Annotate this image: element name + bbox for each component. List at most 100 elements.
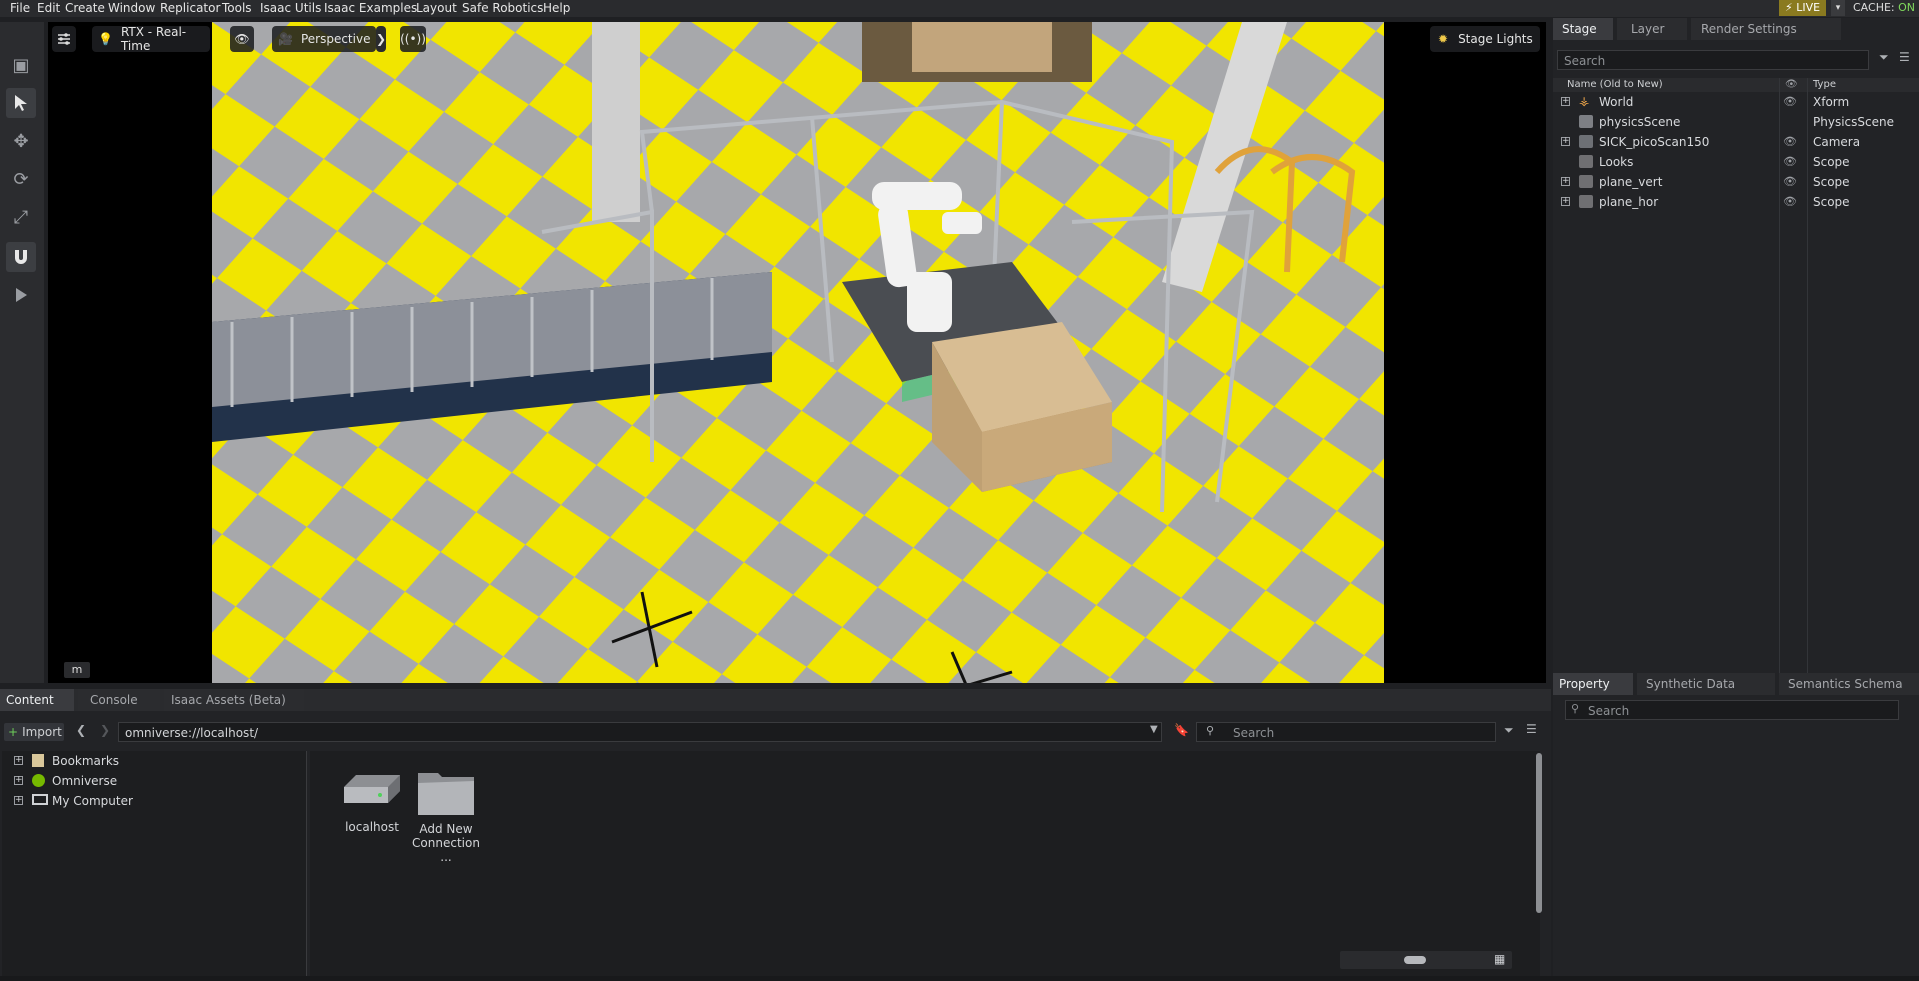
eye-icon[interactable]: 👁 [1783, 192, 1797, 212]
stage-lights-button[interactable]: ✹ Stage Lights [1430, 26, 1540, 52]
prim-type: Scope [1813, 155, 1850, 169]
expand-icon[interactable]: + [1561, 97, 1570, 106]
eye-icon[interactable]: 👁 [1783, 172, 1797, 192]
tab-property[interactable]: Property [1553, 673, 1633, 695]
menu-layout[interactable]: Layout [416, 1, 457, 15]
cache-label: CACHE: [1853, 1, 1895, 14]
tree-label: My Computer [52, 794, 133, 808]
content-tree: + Bookmarks + Omniverse + My Computer [2, 751, 307, 977]
select-mode-button[interactable]: ▣ [6, 50, 36, 80]
menu-window[interactable]: Window [108, 1, 155, 15]
stage-row-physicsscene[interactable]: physicsScene PhysicsScene [1553, 112, 1919, 132]
camera-label: Perspective [300, 32, 371, 46]
type-column-header[interactable]: Type [1813, 78, 1836, 92]
prim-type: Scope [1813, 195, 1850, 209]
stage-row-looks[interactable]: Looks 👁 Scope [1553, 152, 1919, 172]
zoom-slider[interactable] [1340, 951, 1512, 969]
zoom-slider-thumb[interactable] [1404, 956, 1426, 964]
tab-semantics-schema-editor[interactable]: Semantics Schema E... [1779, 673, 1919, 713]
omniverse-icon [32, 774, 45, 787]
filter-icon[interactable]: ⏷ [1879, 50, 1889, 65]
back-arrow-icon[interactable]: ❮ [76, 723, 86, 737]
stage-row-sick-picoscan150[interactable]: + SICK_picoScan150 👁 Camera [1553, 132, 1919, 152]
visibility-button[interactable]: 👁 [230, 26, 254, 52]
content-panel: Content Console Isaac Assets (Beta) + Imp… [0, 689, 1551, 981]
expand-icon[interactable]: + [1561, 137, 1570, 146]
tab-console[interactable]: Console [78, 689, 160, 711]
tab-render-settings[interactable]: Render Settings [1691, 18, 1841, 40]
tree-item-bookmarks[interactable]: + Bookmarks [2, 751, 302, 771]
viewport-settings-button[interactable] [52, 26, 76, 52]
prim-name: physicsScene [1599, 115, 1681, 129]
content-search-input[interactable]: Search [1196, 722, 1496, 742]
menu-edit[interactable]: Edit [37, 1, 60, 15]
tree-item-omniverse[interactable]: + Omniverse [2, 771, 302, 791]
warehouse-scene-image [212, 22, 1384, 683]
move-tool-button[interactable]: ✥ [6, 126, 36, 156]
filter-icon[interactable]: ⏷ [1504, 723, 1514, 738]
camera-icon: 🎥 [278, 32, 293, 46]
viewport[interactable]: 💡 RTX - Real-Time 👁 🎥 Perspective ❯ ((•)… [48, 22, 1546, 683]
property-search-input[interactable]: Search [1565, 700, 1899, 720]
tab-content[interactable]: Content [0, 689, 74, 711]
stage-row-plane-hor[interactable]: + plane_hor 👁 Scope [1553, 192, 1919, 212]
menu-safe-robotics[interactable]: Safe Robotics [462, 1, 543, 15]
tree-item-my-computer[interactable]: + My Computer [2, 791, 302, 811]
stage-row-world[interactable]: + ⚶ World 👁 Xform [1553, 92, 1919, 112]
chevron-down-icon[interactable]: ▼ [1150, 724, 1158, 735]
scale-tool-button[interactable]: ⤢ [6, 202, 36, 232]
folder-icon [1579, 155, 1593, 168]
stage-search-input[interactable]: Search [1557, 50, 1869, 70]
menu-replicator[interactable]: Replicator [160, 1, 220, 15]
grid-view-icon[interactable]: ▦ [1494, 952, 1505, 966]
live-dropdown-button[interactable]: ▾ [1831, 0, 1845, 16]
tab-isaac-assets[interactable]: Isaac Assets (Beta) [164, 689, 304, 711]
select-tool-button[interactable] [6, 88, 36, 118]
prim-type: PhysicsScene [1813, 115, 1894, 129]
menu-isaac-examples[interactable]: Isaac Examples [324, 1, 417, 15]
menu-isaac-utils[interactable]: Isaac Utils [260, 1, 321, 15]
menu-help[interactable]: Help [543, 1, 570, 15]
camera-expand-button[interactable]: ❯ [376, 26, 386, 52]
folder-icon [418, 773, 474, 815]
expand-icon[interactable]: + [14, 776, 23, 785]
tab-synthetic-data-recorder[interactable]: Synthetic Data Recor... [1637, 673, 1775, 713]
stage-row-plane-vert[interactable]: + plane_vert 👁 Scope [1553, 172, 1919, 192]
play-icon [16, 288, 27, 302]
path-field[interactable]: omniverse://localhost/ [118, 722, 1162, 742]
content-grid: localhost Add New Connection ... [310, 751, 1540, 977]
tab-stage[interactable]: Stage [1553, 18, 1613, 40]
snap-tool-button[interactable] [6, 242, 36, 272]
rotate-tool-button[interactable]: ⟳ [6, 164, 36, 194]
hamburger-menu-icon[interactable]: ☰ [1899, 50, 1910, 64]
menu-file[interactable]: File [10, 1, 30, 15]
expand-icon[interactable]: + [14, 796, 23, 805]
rotate-icon: ⟳ [13, 168, 29, 190]
menu-bar: File Edit Create Window Replicator Tools… [0, 0, 1919, 17]
name-column-header[interactable]: Name (Old to New) [1567, 78, 1663, 92]
hamburger-menu-icon[interactable]: ☰ [1526, 722, 1537, 736]
camera-button[interactable]: 🎥 Perspective [272, 26, 376, 52]
hotkey-hint: m [64, 662, 90, 678]
sensor-button[interactable]: ((•)) [400, 26, 426, 52]
expand-icon[interactable]: + [14, 756, 23, 765]
scene-render[interactable] [212, 22, 1384, 683]
folder-icon [1579, 175, 1593, 188]
menu-tools[interactable]: Tools [222, 1, 252, 15]
expand-icon[interactable]: + [1561, 197, 1570, 206]
folder-icon [1579, 195, 1593, 208]
eye-icon[interactable]: 👁 [1783, 152, 1797, 172]
bookmark-icon[interactable]: 🔖 [1174, 723, 1189, 737]
import-button[interactable]: + Import [4, 723, 64, 741]
eye-icon[interactable]: 👁 [1783, 132, 1797, 152]
forward-arrow-icon[interactable]: ❯ [100, 723, 110, 737]
render-mode-button[interactable]: 💡 RTX - Real-Time [92, 25, 210, 53]
eye-icon[interactable]: 👁 [1783, 92, 1797, 112]
tab-layer[interactable]: Layer [1617, 18, 1687, 40]
vertical-scrollbar[interactable] [1536, 753, 1542, 913]
play-button[interactable] [6, 280, 36, 310]
menu-create[interactable]: Create [65, 1, 105, 15]
tile-add-new-connection[interactable]: Add New Connection ... [406, 765, 486, 864]
live-button[interactable]: ⚡ LIVE [1779, 0, 1827, 16]
expand-icon[interactable]: + [1561, 177, 1570, 186]
